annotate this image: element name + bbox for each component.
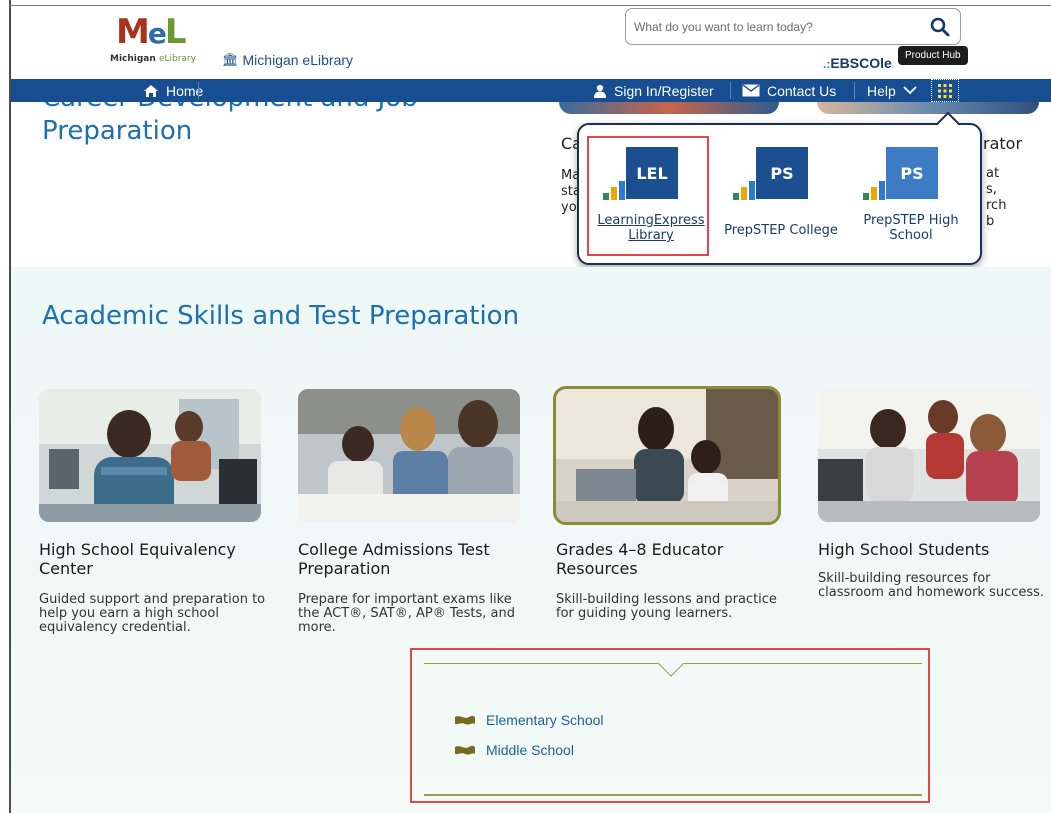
nav-sign-in-label: Sign In/Register	[614, 82, 714, 99]
library-building-icon: 🏛	[222, 52, 239, 67]
mel-logo[interactable]: MeL Michigan eLibrary	[108, 14, 204, 68]
nav-divider	[730, 82, 731, 99]
search-box	[625, 8, 961, 45]
envelope-icon	[742, 84, 760, 97]
main-nav-bar: Home Sign In/Register Contact Us Help	[11, 79, 1051, 102]
home-icon	[144, 84, 158, 97]
logo-subtitle: Michigan eLibrary	[110, 54, 196, 64]
students-computer-photo	[818, 389, 1040, 522]
career-card-image[interactable]	[817, 102, 1039, 114]
career-section-title[interactable]: Career Development and Job Preparation	[42, 102, 462, 148]
chevron-down-icon	[903, 86, 917, 95]
nav-help[interactable]: Help	[867, 79, 917, 102]
search-button[interactable]	[928, 15, 952, 39]
michigan-elibrary-label: Michigan eLibrary	[242, 52, 354, 68]
product-hub-tooltip: Product Hub	[898, 46, 968, 65]
logo-mark: MeL	[116, 12, 186, 52]
classroom-photo	[39, 389, 261, 522]
card-image[interactable]	[298, 389, 520, 522]
card-description: Skill-building resources for classroom a…	[818, 571, 1045, 600]
career-card-desc: at s, rch b	[986, 166, 1007, 229]
highlight-box	[410, 648, 930, 803]
nav-contact-label: Contact Us	[767, 82, 837, 99]
card-image[interactable]	[818, 389, 1040, 522]
card-title[interactable]: High School Equivalency Center	[39, 540, 269, 578]
card-title[interactable]: High School Students	[818, 540, 1048, 559]
nav-contact-us[interactable]: Contact Us	[742, 79, 836, 102]
card-description: Skill-building lessons and practice for …	[556, 592, 777, 621]
product-hub-button[interactable]	[931, 79, 959, 102]
ps-high-school-product-tile: PS	[886, 147, 938, 199]
card-title[interactable]: Grades 4–8 Educator Resources	[556, 540, 786, 578]
search-icon	[930, 17, 950, 37]
card-image[interactable]	[39, 389, 261, 522]
nav-sign-in[interactable]: Sign In/Register	[593, 79, 714, 102]
nav-home[interactable]: Home	[143, 79, 203, 102]
ps-high-school-product-label: PrepSTEP High School	[863, 213, 959, 243]
career-card-title: rator	[983, 134, 1023, 153]
app-grid-icon	[938, 83, 952, 98]
career-card-image[interactable]	[559, 102, 779, 114]
nav-divider	[198, 82, 199, 99]
ps-college-product-tile: PS	[756, 147, 808, 199]
card-title[interactable]: College Admissions Test Preparation	[298, 540, 528, 578]
search-input[interactable]	[634, 17, 914, 37]
product-prepstep-high-school[interactable]: PS PrepSTEP High School	[851, 147, 971, 247]
ps-college-product-label: PrepSTEP College	[724, 223, 838, 238]
product-bars-icon	[863, 181, 885, 200]
students-writing-photo	[298, 389, 520, 522]
product-prepstep-college[interactable]: PS PrepSTEP College	[721, 147, 841, 247]
nav-divider	[854, 82, 855, 99]
card-description: Guided support and preparation to help y…	[39, 592, 266, 635]
teacher-child-laptop-photo	[556, 389, 778, 522]
product-bars-icon	[733, 181, 755, 200]
highlight-box	[587, 136, 709, 256]
card-description: Prepare for important exams like the ACT…	[298, 592, 515, 635]
michigan-elibrary-link[interactable]: 🏛 Michigan eLibrary	[222, 52, 353, 68]
user-icon	[594, 84, 606, 98]
nav-help-label: Help	[867, 82, 896, 99]
card-image[interactable]	[553, 386, 781, 525]
academic-section-title: Academic Skills and Test Preparation	[42, 301, 520, 331]
ebsco-partner-logo: .:EBSCOle	[823, 55, 892, 71]
